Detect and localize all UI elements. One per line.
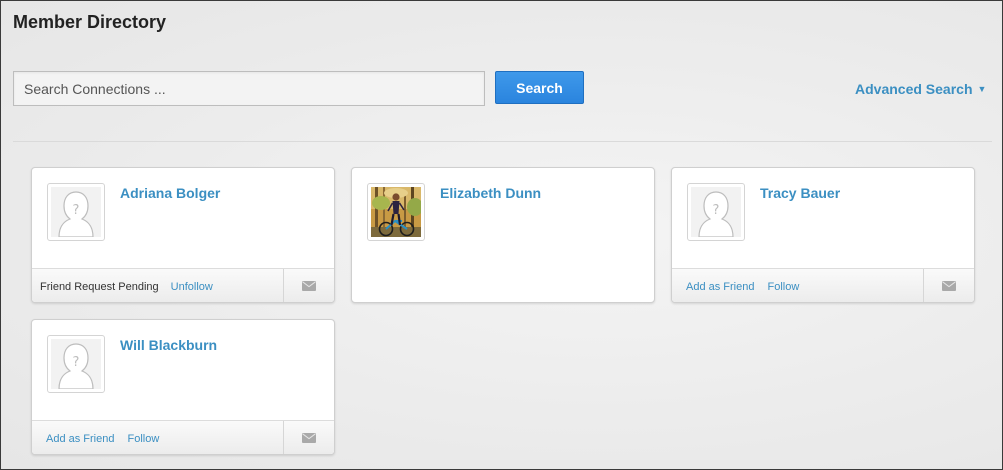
member-name[interactable]: Tracy Bauer bbox=[760, 185, 840, 201]
card-footer: Add as Friend Follow bbox=[672, 268, 974, 302]
member-name[interactable]: Will Blackburn bbox=[120, 337, 217, 353]
member-card: ? Adriana Bolger Friend Request Pending U… bbox=[31, 167, 335, 303]
member-card: ? Tracy Bauer Add as Friend Follow bbox=[671, 167, 975, 303]
follow-link[interactable]: Follow bbox=[767, 281, 799, 293]
message-button[interactable] bbox=[283, 269, 334, 302]
footer-actions: Add as Friend Follow bbox=[680, 269, 812, 302]
friend-request-status: Friend Request Pending bbox=[40, 281, 159, 293]
member-card: Elizabeth Dunn bbox=[351, 167, 655, 303]
member-avatar[interactable] bbox=[367, 183, 425, 241]
member-name[interactable]: Elizabeth Dunn bbox=[440, 185, 541, 201]
message-button[interactable] bbox=[283, 421, 334, 454]
member-card: ? Will Blackburn Add as Friend Follow bbox=[31, 319, 335, 455]
member-avatar[interactable]: ? bbox=[47, 183, 105, 241]
card-footer: Add as Friend Follow bbox=[32, 420, 334, 454]
caret-down-icon: ▼ bbox=[977, 84, 987, 94]
follow-link[interactable]: Follow bbox=[127, 433, 159, 445]
divider bbox=[13, 141, 992, 142]
add-as-friend-link[interactable]: Add as Friend bbox=[686, 281, 754, 293]
unknown-person-icon: ? bbox=[51, 339, 101, 389]
member-name[interactable]: Adriana Bolger bbox=[120, 185, 220, 201]
search-input[interactable] bbox=[13, 71, 485, 106]
member-avatar[interactable]: ? bbox=[47, 335, 105, 393]
mail-icon bbox=[942, 280, 956, 291]
footer-actions: Friend Request Pending Unfollow bbox=[40, 269, 226, 302]
unfollow-link[interactable]: Unfollow bbox=[171, 281, 213, 293]
unknown-person-icon: ? bbox=[691, 187, 741, 237]
advanced-search-label: Advanced Search bbox=[855, 81, 973, 97]
unknown-person-icon: ? bbox=[51, 187, 101, 237]
footer-actions: Add as Friend Follow bbox=[40, 421, 172, 454]
member-avatar[interactable]: ? bbox=[687, 183, 745, 241]
message-button[interactable] bbox=[923, 269, 974, 302]
mail-icon bbox=[302, 432, 316, 443]
svg-text:?: ? bbox=[73, 203, 80, 218]
advanced-search-link[interactable]: Advanced Search ▼ bbox=[855, 81, 986, 97]
member-directory-page: Member Directory Search Advanced Search ▼… bbox=[0, 0, 1003, 470]
search-button[interactable]: Search bbox=[495, 71, 584, 104]
add-as-friend-link[interactable]: Add as Friend bbox=[46, 433, 114, 445]
svg-text:?: ? bbox=[73, 355, 80, 370]
mail-icon bbox=[302, 280, 316, 291]
svg-text:?: ? bbox=[713, 203, 720, 218]
page-title: Member Directory bbox=[13, 12, 167, 32]
member-photo bbox=[371, 187, 421, 237]
card-footer: Friend Request Pending Unfollow bbox=[32, 268, 334, 302]
